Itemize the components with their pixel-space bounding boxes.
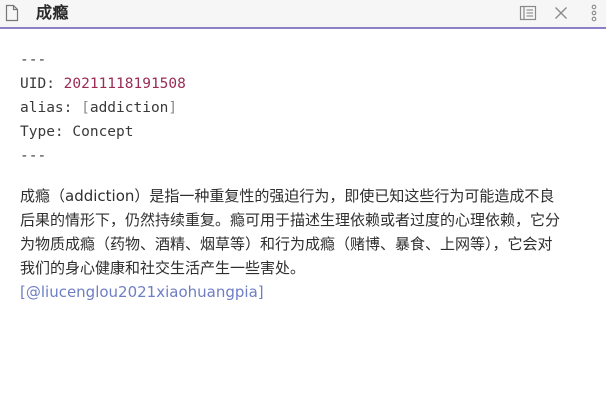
more-options-icon[interactable] [584, 4, 604, 22]
frontmatter-close-delimiter: --- [20, 148, 47, 164]
reading-view-icon[interactable] [518, 4, 538, 22]
type-key: Type: [20, 124, 73, 140]
body-paragraph: 成瘾（addiction）是指一种重复性的强迫行为，即使已知这些行为可能造成不良… [20, 187, 561, 277]
frontmatter-uid-line: UID: 20211118191508 [20, 72, 586, 96]
title-bar: 成瘾 [0, 0, 606, 29]
type-value: Concept [72, 124, 134, 140]
frontmatter-alias-line: alias: [addiction] [20, 96, 586, 120]
uid-key: UID: [20, 76, 64, 92]
citation-close-bracket: ] [257, 283, 264, 301]
note-content[interactable]: --- UID: 20211118191508 alias: [addiction]… [20, 48, 586, 304]
alias-close-bracket: ] [168, 100, 178, 116]
alias-value: addiction [89, 100, 169, 116]
alias-open-bracket: [ [81, 100, 90, 116]
citation: [@liucenglou2021xiaohuangpia] [20, 280, 586, 304]
frontmatter-open-delimiter: --- [20, 52, 47, 68]
close-icon[interactable] [551, 4, 571, 22]
note-title: 成瘾 [36, 3, 70, 22]
note-window: 成瘾 --- UID: 20211118191508 alias: [addic… [0, 0, 606, 416]
alias-key: alias: [20, 100, 82, 116]
frontmatter: --- UID: 20211118191508 alias: [addiction]… [20, 48, 586, 168]
file-icon [4, 4, 20, 22]
frontmatter-type-line: Type: Concept [20, 120, 586, 144]
citation-link[interactable]: @liucenglou2021xiaohuangpia [26, 283, 258, 301]
uid-value: 20211118191508 [63, 76, 186, 92]
